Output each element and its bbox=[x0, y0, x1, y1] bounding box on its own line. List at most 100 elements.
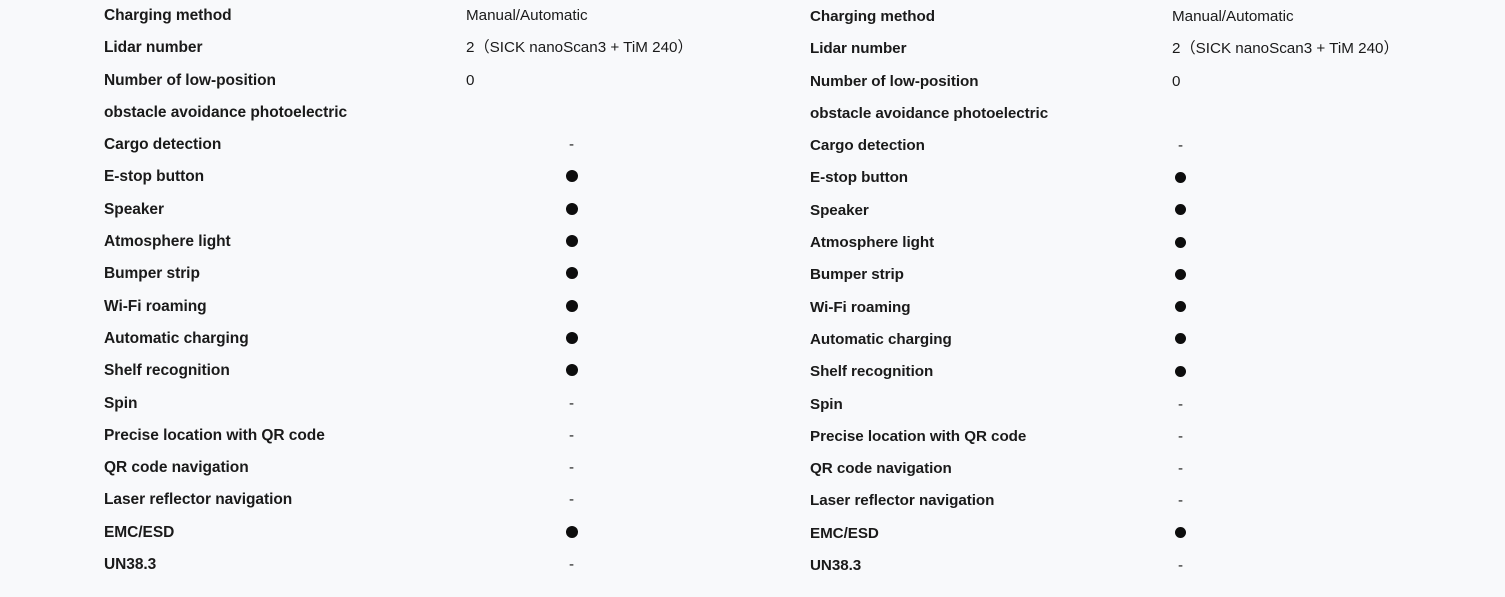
spec-column-left: Charging method Manual/Automatic Lidar num… bbox=[104, 0, 744, 581]
supported-bullet-icon bbox=[566, 194, 578, 226]
spec-row: QR code navigation - bbox=[810, 453, 1450, 485]
not-supported-dash-icon: - bbox=[1178, 460, 1184, 478]
spec-row: Bumper strip bbox=[810, 259, 1450, 291]
spec-row-label: Number of low-position obstacle avoidanc… bbox=[104, 71, 348, 121]
supported-bullet-icon bbox=[566, 258, 578, 290]
spec-row: UN38.3 - bbox=[810, 550, 1450, 582]
spec-row: Automatic charging bbox=[104, 323, 744, 355]
spec-row-label: Bumper strip bbox=[810, 266, 904, 284]
supported-bullet-icon bbox=[1175, 356, 1186, 388]
spec-row: E-stop button bbox=[810, 162, 1450, 194]
supported-bullet-icon bbox=[566, 323, 578, 355]
spec-row: Spin - bbox=[104, 388, 744, 420]
spec-row-label: UN38.3 bbox=[810, 557, 862, 575]
not-supported-dash-icon: - bbox=[1178, 492, 1184, 510]
spec-row-label: Number of low-position obstacle avoidanc… bbox=[810, 72, 1049, 122]
spec-row: Speaker bbox=[810, 195, 1450, 227]
spec-row: Cargo detection - bbox=[810, 130, 1450, 162]
spec-row-label: Laser reflector navigation bbox=[810, 492, 995, 510]
not-supported-dash-icon: - bbox=[569, 556, 575, 574]
supported-bullet-icon bbox=[1175, 162, 1186, 194]
not-supported-dash-icon: - bbox=[1178, 137, 1184, 155]
spec-row-label: Shelf recognition bbox=[104, 362, 230, 380]
spec-row: Number of low-position obstacle avoidanc… bbox=[810, 66, 1450, 131]
supported-bullet-icon bbox=[566, 355, 578, 387]
spec-row: QR code navigation - bbox=[104, 452, 744, 484]
spec-row-value: 0 bbox=[1172, 72, 1181, 90]
spec-row: Wi-Fi roaming bbox=[104, 291, 744, 323]
spec-row-label: EMC/ESD bbox=[810, 524, 879, 542]
spec-row-value: Manual/Automatic bbox=[1172, 8, 1294, 25]
spec-row: Wi-Fi roaming bbox=[810, 292, 1450, 324]
spec-row: Laser reflector navigation - bbox=[104, 484, 744, 516]
supported-bullet-icon bbox=[566, 291, 578, 323]
spec-row: Atmosphere light bbox=[810, 227, 1450, 259]
spec-row: Lidar number 2（SICK nanoScan3 + TiM 240） bbox=[104, 32, 744, 64]
supported-bullet-icon bbox=[1175, 292, 1186, 324]
spec-row-label: Wi-Fi roaming bbox=[810, 298, 911, 316]
not-supported-dash-icon: - bbox=[569, 136, 575, 154]
spec-column-right: Charging method Manual/Automatic Lidar num… bbox=[810, 1, 1450, 582]
not-supported-dash-icon: - bbox=[1178, 557, 1184, 575]
spec-row-label: Wi-Fi roaming bbox=[104, 297, 207, 315]
spec-row-label: Cargo detection bbox=[810, 137, 925, 155]
supported-bullet-icon bbox=[1175, 324, 1186, 356]
spec-row-label: Automatic charging bbox=[104, 329, 249, 347]
spec-row-label: UN38.3 bbox=[104, 556, 157, 574]
spec-comparison-sheet: Charging method Manual/Automatic Lidar num… bbox=[0, 0, 1505, 597]
spec-row: Automatic charging bbox=[810, 324, 1450, 356]
spec-row: Shelf recognition bbox=[810, 356, 1450, 388]
not-supported-dash-icon: - bbox=[569, 394, 575, 412]
not-supported-dash-icon: - bbox=[569, 491, 575, 509]
spec-row-label: E-stop button bbox=[810, 169, 909, 187]
spec-row-label: Precise location with QR code bbox=[104, 426, 325, 444]
spec-row: Laser reflector navigation - bbox=[810, 485, 1450, 517]
spec-row-label: Atmosphere light bbox=[810, 234, 935, 252]
spec-row: Shelf recognition bbox=[104, 355, 744, 387]
spec-row: Charging method Manual/Automatic bbox=[810, 1, 1450, 33]
spec-row: UN38.3 - bbox=[104, 549, 744, 581]
supported-bullet-icon bbox=[1175, 518, 1186, 550]
not-supported-dash-icon: - bbox=[569, 426, 575, 444]
not-supported-dash-icon: - bbox=[1178, 395, 1184, 413]
spec-row-label: Lidar number bbox=[104, 39, 203, 57]
spec-row-label: Lidar number bbox=[810, 40, 907, 58]
spec-row-label: Charging method bbox=[104, 7, 232, 24]
spec-row: Precise location with QR code - bbox=[810, 421, 1450, 453]
spec-row-value: 0 bbox=[466, 71, 475, 89]
spec-row-label: E-stop button bbox=[104, 168, 205, 186]
spec-row-label: Bumper strip bbox=[104, 265, 200, 283]
spec-row-label: Spin bbox=[104, 394, 138, 412]
supported-bullet-icon bbox=[566, 226, 578, 258]
spec-row-value: 2（SICK nanoScan3 + TiM 240） bbox=[1172, 40, 1399, 58]
spec-row: Lidar number 2（SICK nanoScan3 + TiM 240） bbox=[810, 33, 1450, 65]
spec-row: Cargo detection - bbox=[104, 129, 744, 161]
spec-row-label: Cargo detection bbox=[104, 136, 222, 154]
spec-row: EMC/ESD bbox=[810, 518, 1450, 550]
spec-row-label: EMC/ESD bbox=[104, 523, 175, 541]
spec-row-value: Manual/Automatic bbox=[466, 7, 588, 24]
spec-row: Spin - bbox=[810, 389, 1450, 421]
supported-bullet-icon bbox=[1175, 227, 1186, 259]
not-supported-dash-icon: - bbox=[569, 459, 575, 477]
spec-row: EMC/ESD bbox=[104, 517, 744, 549]
supported-bullet-icon bbox=[566, 517, 578, 549]
spec-row: Atmosphere light bbox=[104, 226, 744, 258]
spec-row-label: Shelf recognition bbox=[810, 363, 934, 381]
spec-row-label: Charging method bbox=[810, 8, 935, 25]
spec-row: Charging method Manual/Automatic bbox=[104, 0, 744, 32]
spec-row: Speaker bbox=[104, 194, 744, 226]
not-supported-dash-icon: - bbox=[1178, 427, 1184, 445]
spec-row: Precise location with QR code - bbox=[104, 420, 744, 452]
spec-row-label: Laser reflector navigation bbox=[104, 491, 293, 509]
supported-bullet-icon bbox=[566, 161, 578, 193]
spec-row-label: QR code navigation bbox=[810, 460, 952, 478]
spec-row-label: Atmosphere light bbox=[104, 233, 231, 251]
spec-row: E-stop button bbox=[104, 161, 744, 193]
spec-row-label: QR code navigation bbox=[104, 459, 249, 477]
spec-row-label: Precise location with QR code bbox=[810, 427, 1027, 445]
spec-row: Bumper strip bbox=[104, 258, 744, 290]
spec-row-label: Speaker bbox=[810, 201, 869, 219]
spec-row: Number of low-position obstacle avoidanc… bbox=[104, 65, 744, 130]
spec-row-label: Automatic charging bbox=[810, 330, 952, 348]
